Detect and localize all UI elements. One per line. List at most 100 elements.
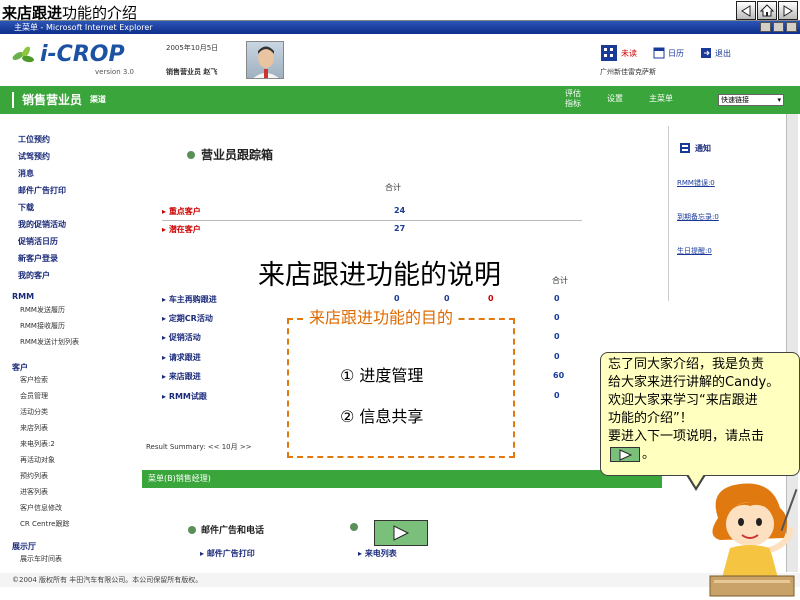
- sidebar-item[interactable]: 促销活日历: [18, 236, 58, 247]
- presenter-icon: [709, 483, 798, 597]
- column-header-total: 合计: [552, 276, 568, 285]
- sidebar-subitem[interactable]: 客户信息修改: [20, 503, 62, 513]
- row-divider: [162, 220, 582, 221]
- sidebar: 工位预约 试驾预约 消息 邮件广告打印 下载 我的促销活动 促销活日历 新客户登…: [0, 126, 140, 571]
- next-button[interactable]: [374, 520, 428, 546]
- row-label: ▸ RMM试跟: [162, 392, 207, 401]
- sidebar-subitem[interactable]: 活动分类: [20, 407, 48, 417]
- sidebar-subitem[interactable]: 来店列表: [20, 423, 48, 433]
- nav-item-main-menu[interactable]: 主菜单: [649, 94, 673, 104]
- sidebar-item[interactable]: 消息: [18, 168, 34, 179]
- sidebar-head-rmm: RMM: [12, 292, 35, 301]
- row-label: ▸ 重点客户: [162, 207, 201, 216]
- sidebar-item[interactable]: 工位预约: [18, 134, 50, 145]
- table-row[interactable]: ▸ 重点客户 24: [162, 206, 582, 224]
- sidebar-subitem[interactable]: 再活动对象: [20, 455, 55, 465]
- logo-text: i-CROP: [40, 42, 125, 67]
- logout-link[interactable]: 退出: [700, 44, 731, 62]
- result-summary[interactable]: Result Summary: << 10月 >>: [146, 442, 252, 452]
- sidebar-item[interactable]: 我的客户: [18, 270, 50, 281]
- play-icon: [393, 525, 410, 541]
- purpose-title: 来店跟进功能的目的: [307, 304, 456, 328]
- sidebar-item[interactable]: 邮件广告打印: [18, 185, 66, 196]
- purpose-item: ① 进度管理: [340, 366, 424, 385]
- nav-item-kpi[interactable]: 评估 指标: [565, 89, 581, 109]
- triangle-left-icon: [741, 4, 751, 17]
- sidebar-subitem[interactable]: 客户检索: [20, 375, 48, 385]
- purpose-box: [287, 318, 515, 458]
- section-title-text: 邮件广告和电话: [201, 526, 265, 536]
- logout-link-label: 退出: [715, 48, 731, 58]
- column-header-total: 合计: [385, 183, 401, 192]
- quick-link-value: 快速链接: [721, 96, 749, 104]
- sidebar-subitem[interactable]: 来电列表:2: [20, 439, 55, 449]
- bubble-next-button[interactable]: [610, 447, 640, 462]
- sidebar-subitem[interactable]: 进客列表: [20, 487, 48, 497]
- row-value: 27: [394, 224, 406, 233]
- notice-link[interactable]: RMM错误:0: [677, 178, 715, 188]
- next-slide-button[interactable]: [778, 1, 798, 20]
- calendar-link-label: 日历: [668, 48, 684, 58]
- close-button[interactable]: [786, 22, 797, 32]
- app-header: i-CROP version 3.0 2005年10月5日 销售营业员 赵飞 未…: [0, 34, 800, 84]
- row-label-text: 来店跟进: [168, 372, 201, 381]
- section-link[interactable]: ▸ 邮件广告打印: [200, 548, 255, 559]
- notice-link[interactable]: 到期备忘录:0: [677, 212, 719, 222]
- quick-link-select[interactable]: 快速链接 ▾: [718, 94, 784, 106]
- purpose-item: ② 信息共享: [340, 407, 424, 426]
- row-total: 0: [554, 332, 560, 341]
- nav-item-settings[interactable]: 设置: [607, 94, 623, 104]
- sidebar-subitem[interactable]: 会员管理: [20, 391, 48, 401]
- row-label: ▸ 来店跟进: [162, 372, 201, 381]
- bullet-icon: [187, 150, 195, 159]
- person-photo-icon: [253, 46, 279, 78]
- window-title: 主菜单 - Microsoft Internet Explorer: [14, 23, 153, 32]
- row-label: ▸ 潜在客户: [162, 225, 201, 234]
- sidebar-subitem[interactable]: 展示车时间表: [20, 554, 62, 564]
- bubble-line: 欢迎大家来学习“来店跟进: [608, 393, 758, 408]
- bubble-line-end: 。: [642, 447, 656, 462]
- chevron-down-icon: ▾: [777, 96, 781, 104]
- role-label: 销售营业员 渠道: [12, 91, 106, 108]
- window-titlebar: 主菜单 - Microsoft Internet Explorer: [0, 21, 800, 34]
- sidebar-item[interactable]: 试驾预约: [18, 151, 50, 162]
- sidebar-subitem[interactable]: RMM发送计划列表: [20, 337, 79, 347]
- row-label-text: RMM试跟: [168, 392, 207, 401]
- section-link[interactable]: ▸ 来电列表: [358, 548, 397, 559]
- nav-items: 评估 指标 设置 主菜单: [565, 89, 673, 109]
- sidebar-subitem[interactable]: CR Centre跟踪: [20, 519, 69, 529]
- notice-link[interactable]: 生日提醒:0: [677, 246, 712, 256]
- prev-slide-button[interactable]: [736, 1, 756, 20]
- sidebar-item[interactable]: 下载: [18, 202, 34, 213]
- home-button[interactable]: [757, 1, 777, 20]
- row-total: 0: [554, 294, 560, 303]
- unread-link[interactable]: 未读: [600, 44, 637, 62]
- row-label-text: 车主再购跟进: [168, 295, 217, 304]
- sidebar-head-customer: 客户: [12, 363, 28, 372]
- minimize-button[interactable]: [760, 22, 771, 32]
- maximize-button[interactable]: [773, 22, 784, 32]
- sidebar-item[interactable]: 我的促销活动: [18, 219, 66, 230]
- calendar-link[interactable]: 日历: [653, 44, 684, 62]
- sidebar-item[interactable]: 新客户登录: [18, 253, 58, 264]
- bullet-icon: [350, 523, 358, 531]
- row-total: 0: [554, 391, 560, 400]
- nav-sub[interactable]: 渠道: [90, 94, 106, 105]
- calendar-icon: [653, 47, 665, 59]
- row-label: ▸ 车主再购跟进: [162, 295, 217, 304]
- table-row[interactable]: ▸ 潜在客户 27: [162, 224, 582, 242]
- row-total: 0: [554, 352, 560, 361]
- sidebar-subitem[interactable]: 预约列表: [20, 471, 48, 481]
- play-icon: [619, 449, 633, 461]
- sidebar-subitem[interactable]: RMM发送履历: [20, 305, 65, 315]
- leaf-logo-icon: [12, 46, 34, 62]
- sidebar-subitem[interactable]: RMM接收履历: [20, 321, 65, 331]
- header-user: 销售营业员 赵飞: [166, 68, 218, 76]
- home-icon: [760, 4, 774, 17]
- row-label-text: 重点客户: [168, 207, 201, 216]
- header-date: 2005年10月5日: [166, 44, 219, 52]
- bubble-line: 要进入下一项说明，请点击: [608, 429, 765, 444]
- window-controls: [760, 22, 797, 32]
- row-label: ▸ 促销活动: [162, 333, 201, 342]
- version-label: version 3.0: [95, 68, 134, 76]
